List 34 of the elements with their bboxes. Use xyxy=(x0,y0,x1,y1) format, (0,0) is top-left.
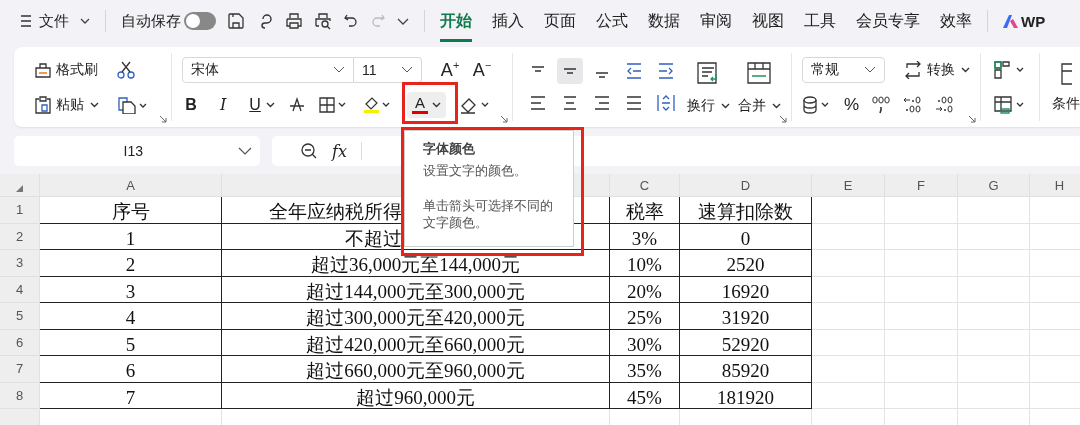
table-cell: 序号 xyxy=(40,197,222,224)
table-cell: 5 xyxy=(40,329,222,356)
tooltip-text: 设置文字的颜色。 xyxy=(423,163,528,180)
table-cell: 速算扣除数 xyxy=(680,197,812,224)
table-cell: 85920 xyxy=(680,356,812,383)
table-cell: 20% xyxy=(610,276,680,303)
tooltip-title: 字体颜色 xyxy=(423,141,476,158)
table-cell: 7 xyxy=(40,382,222,409)
table-cell: 超过300,000元至420,000元 xyxy=(222,303,610,330)
table-cell: 2 xyxy=(40,250,222,277)
brand-name: WP xyxy=(1021,12,1047,30)
table-cell: 1 xyxy=(40,223,222,250)
table-cell: 181920 xyxy=(680,382,812,409)
table-cell: 税率 xyxy=(610,197,680,224)
table-cell: 6 xyxy=(40,356,222,383)
table-cell: 35% xyxy=(610,356,680,383)
table-cell: 3 xyxy=(40,276,222,303)
table-cell: 52920 xyxy=(680,329,812,356)
table-cell: 超过144,000元至300,000元 xyxy=(222,276,610,303)
table-cell: 45% xyxy=(610,382,680,409)
table-cell: 超过36,000元至144,000元 xyxy=(222,250,610,277)
table-cell: 2520 xyxy=(680,250,812,277)
table-cell: 3% xyxy=(610,223,680,250)
table-cell: 4 xyxy=(40,303,222,330)
table-cell: 超过420,000元至660,000元 xyxy=(222,329,610,356)
autosave-label: 自动保存 xyxy=(121,11,181,31)
table-cell: 0 xyxy=(680,223,812,250)
table-cell: 超过960,000元 xyxy=(222,382,610,409)
table-cell: 16920 xyxy=(680,276,812,303)
table-cell: 30% xyxy=(610,329,680,356)
table-cell: 25% xyxy=(610,303,680,330)
table-cell: 10% xyxy=(610,250,680,277)
table-cell: 31920 xyxy=(680,303,812,330)
table-cell: 超过660,000元至960,000元 xyxy=(222,356,610,383)
